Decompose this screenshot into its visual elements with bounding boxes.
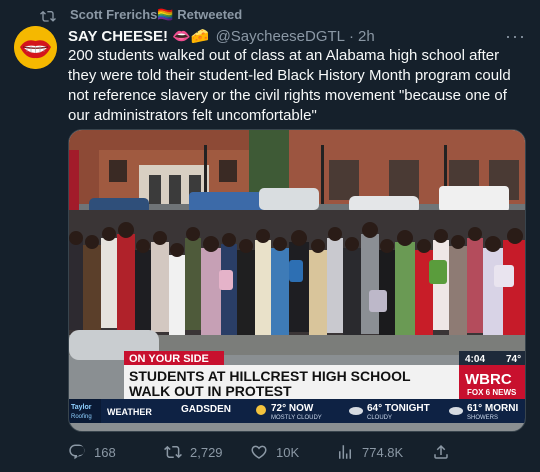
weather-now-temp: 72° NOW	[271, 403, 314, 414]
action-bar: 168 2,729 10K 774.8K	[68, 443, 526, 463]
weather-label: WEATHER	[107, 407, 152, 417]
tweet-text: 200 students walked out of class at an A…	[68, 47, 511, 124]
headline-line1: STUDENTS AT HILLCREST HIGH SCHOOL	[129, 368, 411, 384]
station-sub: FOX 6 NEWS	[467, 388, 517, 397]
reply-button[interactable]: 168	[68, 443, 116, 461]
news-broadcast-image: ON YOUR SIDE STUDENTS AT HILLCREST HIGH …	[69, 130, 525, 423]
more-options-icon[interactable]: ···	[505, 26, 526, 47]
retweet-icon	[164, 445, 182, 459]
weather-tonight-temp: 64° TONIGHT	[367, 403, 430, 414]
separator: ·	[349, 27, 355, 45]
cloud-icon	[349, 407, 363, 415]
reply-count: 168	[94, 444, 116, 460]
retweet-count: 2,729	[190, 444, 223, 460]
retweet-context[interactable]: Scott Frerichs🏳️‍🌈 Retweeted	[40, 6, 242, 24]
on-your-side-tag: ON YOUR SIDE	[129, 353, 209, 365]
weather-city: GADSDEN	[181, 404, 231, 415]
sponsor-sub: Roofing	[71, 414, 92, 420]
retweet-label: Scott Frerichs🏳️‍🌈 Retweeted	[70, 7, 243, 22]
retweet-icon	[40, 10, 56, 22]
avatar[interactable]	[14, 26, 57, 69]
headline-line2: WALK OUT IN PROTEST	[129, 383, 292, 399]
weather-morning-desc: SHOWERS	[467, 415, 498, 421]
views-chart-icon	[339, 445, 351, 459]
weather-tonight-desc: CLOUDY	[367, 415, 392, 421]
rain-cloud-icon	[449, 407, 463, 415]
weather-now-desc: MOSTLY CLOUDY	[271, 415, 322, 421]
broadcast-temp: 74°	[506, 354, 521, 365]
sun-cloud-icon	[256, 405, 266, 415]
tweet-media[interactable]: ON YOUR SIDE STUDENTS AT HILLCREST HIGH …	[68, 129, 526, 432]
weather-morning-temp: 61° MORNI	[467, 403, 518, 414]
reply-icon	[69, 444, 85, 460]
heart-icon	[251, 445, 267, 459]
user-handle[interactable]: @SaycheeseDGTL	[216, 28, 345, 45]
like-button[interactable]: 10K	[250, 443, 299, 461]
broadcast-time: 4:04	[465, 354, 485, 365]
retweet-button[interactable]: 2,729	[164, 443, 223, 461]
share-button[interactable]	[432, 443, 458, 461]
station-logo: WBRC	[465, 371, 512, 388]
views-button[interactable]: 774.8K	[336, 443, 403, 461]
sponsor-name: Taylor	[71, 404, 92, 411]
display-name[interactable]: SAY CHEESE! 👄🧀	[68, 27, 210, 45]
timestamp[interactable]: 2h	[358, 28, 375, 45]
share-icon	[434, 444, 448, 459]
view-count: 774.8K	[362, 444, 404, 460]
tweet-header: SAY CHEESE! 👄🧀 @SaycheeseDGTL · 2h	[68, 26, 500, 46]
lips-logo-icon	[14, 26, 57, 69]
like-count: 10K	[276, 444, 300, 460]
